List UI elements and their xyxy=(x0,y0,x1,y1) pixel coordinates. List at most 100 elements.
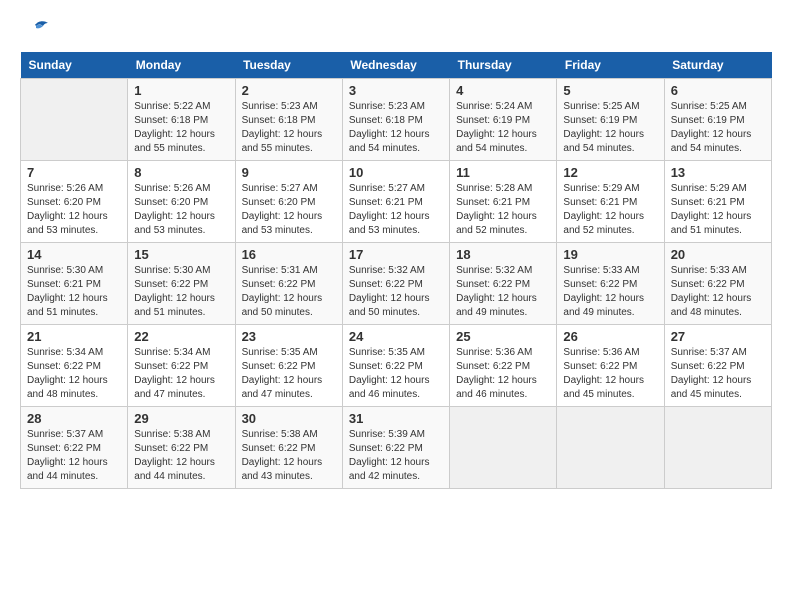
calendar-cell: 16Sunrise: 5:31 AM Sunset: 6:22 PM Dayli… xyxy=(235,243,342,325)
calendar-cell: 30 Sunrise: 5:38 AM Sunset: 6:22 PM Dayli… xyxy=(235,407,342,489)
day-number: 8 xyxy=(134,165,228,180)
day-info: Sunrise: 5:34 AM Sunset: 6:22 PM Dayligh… xyxy=(134,346,228,402)
page-header xyxy=(20,20,772,42)
calendar-cell: 26 Sunrise: 5:36 AM Sunset: 6:22 PM Dayli… xyxy=(557,325,664,407)
day-info: Sunrise: 5:29 AM Sunset: 6:21 PM Dayligh… xyxy=(671,182,765,238)
day-info: Sunrise: 5:38 AM Sunset: 6:22 PM Dayligh… xyxy=(134,428,228,484)
calendar-cell: 12 Sunrise: 5:29 AM Sunset: 6:21 PM Dayli… xyxy=(557,161,664,243)
calendar-day-header: Wednesday xyxy=(342,52,449,79)
day-info: Sunrise: 5:32 AM Sunset: 6:22 PM Dayligh… xyxy=(349,264,443,320)
calendar-cell: 22Sunrise: 5:34 AM Sunset: 6:22 PM Dayli… xyxy=(128,325,235,407)
day-number: 1 xyxy=(134,83,228,98)
day-info: Sunrise: 5:27 AM Sunset: 6:21 PM Dayligh… xyxy=(349,182,443,238)
calendar-cell xyxy=(450,407,557,489)
calendar-cell: 28Sunrise: 5:37 AM Sunset: 6:22 PM Dayli… xyxy=(21,407,128,489)
day-number: 30 xyxy=(242,411,336,426)
day-number: 6 xyxy=(671,83,765,98)
day-number: 23 xyxy=(242,329,336,344)
day-number: 31 xyxy=(349,411,443,426)
day-number: 3 xyxy=(349,83,443,98)
calendar-cell: 13 Sunrise: 5:29 AM Sunset: 6:21 PM Dayli… xyxy=(664,161,771,243)
day-number: 14 xyxy=(27,247,121,262)
day-number: 18 xyxy=(456,247,550,262)
calendar-cell: 21Sunrise: 5:34 AM Sunset: 6:22 PM Dayli… xyxy=(21,325,128,407)
day-info: Sunrise: 5:25 AM Sunset: 6:19 PM Dayligh… xyxy=(563,100,657,156)
day-number: 27 xyxy=(671,329,765,344)
calendar-week-row: 1 Sunrise: 5:22 AM Sunset: 6:18 PM Daylig… xyxy=(21,79,772,161)
calendar-cell: 15 Sunrise: 5:30 AM Sunset: 6:22 PM Dayli… xyxy=(128,243,235,325)
calendar-week-row: 7Sunrise: 5:26 AM Sunset: 6:20 PM Daylig… xyxy=(21,161,772,243)
day-number: 13 xyxy=(671,165,765,180)
day-info: Sunrise: 5:25 AM Sunset: 6:19 PM Dayligh… xyxy=(671,100,765,156)
day-number: 19 xyxy=(563,247,657,262)
day-info: Sunrise: 5:37 AM Sunset: 6:22 PM Dayligh… xyxy=(27,428,121,484)
day-number: 11 xyxy=(456,165,550,180)
day-info: Sunrise: 5:29 AM Sunset: 6:21 PM Dayligh… xyxy=(563,182,657,238)
calendar-cell: 24 Sunrise: 5:35 AM Sunset: 6:22 PM Dayli… xyxy=(342,325,449,407)
calendar-cell: 14 Sunrise: 5:30 AM Sunset: 6:21 PM Dayli… xyxy=(21,243,128,325)
calendar-cell: 7Sunrise: 5:26 AM Sunset: 6:20 PM Daylig… xyxy=(21,161,128,243)
day-info: Sunrise: 5:22 AM Sunset: 6:18 PM Dayligh… xyxy=(134,100,228,156)
day-info: Sunrise: 5:30 AM Sunset: 6:22 PM Dayligh… xyxy=(134,264,228,320)
calendar-cell xyxy=(557,407,664,489)
calendar-week-row: 28Sunrise: 5:37 AM Sunset: 6:22 PM Dayli… xyxy=(21,407,772,489)
day-number: 25 xyxy=(456,329,550,344)
calendar-cell: 27 Sunrise: 5:37 AM Sunset: 6:22 PM Dayli… xyxy=(664,325,771,407)
calendar-cell: 17 Sunrise: 5:32 AM Sunset: 6:22 PM Dayli… xyxy=(342,243,449,325)
calendar-cell: 19 Sunrise: 5:33 AM Sunset: 6:22 PM Dayli… xyxy=(557,243,664,325)
day-number: 17 xyxy=(349,247,443,262)
calendar-cell: 18 Sunrise: 5:32 AM Sunset: 6:22 PM Dayli… xyxy=(450,243,557,325)
day-info: Sunrise: 5:38 AM Sunset: 6:22 PM Dayligh… xyxy=(242,428,336,484)
day-number: 16 xyxy=(242,247,336,262)
calendar-cell: 10 Sunrise: 5:27 AM Sunset: 6:21 PM Dayli… xyxy=(342,161,449,243)
day-number: 5 xyxy=(563,83,657,98)
day-number: 15 xyxy=(134,247,228,262)
calendar-cell: 3 Sunrise: 5:23 AM Sunset: 6:18 PM Daylig… xyxy=(342,79,449,161)
day-info: Sunrise: 5:36 AM Sunset: 6:22 PM Dayligh… xyxy=(456,346,550,402)
day-info: Sunrise: 5:28 AM Sunset: 6:21 PM Dayligh… xyxy=(456,182,550,238)
calendar-cell: 20Sunrise: 5:33 AM Sunset: 6:22 PM Dayli… xyxy=(664,243,771,325)
day-number: 9 xyxy=(242,165,336,180)
day-number: 4 xyxy=(456,83,550,98)
day-info: Sunrise: 5:23 AM Sunset: 6:18 PM Dayligh… xyxy=(349,100,443,156)
calendar-cell: 2 Sunrise: 5:23 AM Sunset: 6:18 PM Daylig… xyxy=(235,79,342,161)
calendar-cell: 29Sunrise: 5:38 AM Sunset: 6:22 PM Dayli… xyxy=(128,407,235,489)
day-number: 12 xyxy=(563,165,657,180)
logo xyxy=(20,20,52,42)
day-info: Sunrise: 5:23 AM Sunset: 6:18 PM Dayligh… xyxy=(242,100,336,156)
day-info: Sunrise: 5:32 AM Sunset: 6:22 PM Dayligh… xyxy=(456,264,550,320)
calendar-cell: 8Sunrise: 5:26 AM Sunset: 6:20 PM Daylig… xyxy=(128,161,235,243)
day-number: 20 xyxy=(671,247,765,262)
calendar-day-header: Friday xyxy=(557,52,664,79)
calendar-cell: 9Sunrise: 5:27 AM Sunset: 6:20 PM Daylig… xyxy=(235,161,342,243)
calendar-cell: 4 Sunrise: 5:24 AM Sunset: 6:19 PM Daylig… xyxy=(450,79,557,161)
calendar-cell xyxy=(664,407,771,489)
day-info: Sunrise: 5:35 AM Sunset: 6:22 PM Dayligh… xyxy=(349,346,443,402)
day-info: Sunrise: 5:24 AM Sunset: 6:19 PM Dayligh… xyxy=(456,100,550,156)
calendar-cell: 31Sunrise: 5:39 AM Sunset: 6:22 PM Dayli… xyxy=(342,407,449,489)
day-info: Sunrise: 5:26 AM Sunset: 6:20 PM Dayligh… xyxy=(27,182,121,238)
day-number: 10 xyxy=(349,165,443,180)
logo-bird-icon xyxy=(22,20,50,42)
day-info: Sunrise: 5:37 AM Sunset: 6:22 PM Dayligh… xyxy=(671,346,765,402)
calendar-day-header: Monday xyxy=(128,52,235,79)
calendar-cell: 1 Sunrise: 5:22 AM Sunset: 6:18 PM Daylig… xyxy=(128,79,235,161)
calendar-day-header: Sunday xyxy=(21,52,128,79)
day-number: 26 xyxy=(563,329,657,344)
calendar-day-header: Tuesday xyxy=(235,52,342,79)
calendar-day-header: Thursday xyxy=(450,52,557,79)
calendar-cell xyxy=(21,79,128,161)
day-number: 21 xyxy=(27,329,121,344)
calendar-cell: 6 Sunrise: 5:25 AM Sunset: 6:19 PM Daylig… xyxy=(664,79,771,161)
day-info: Sunrise: 5:33 AM Sunset: 6:22 PM Dayligh… xyxy=(563,264,657,320)
calendar-cell: 23 Sunrise: 5:35 AM Sunset: 6:22 PM Dayli… xyxy=(235,325,342,407)
calendar-header-row: SundayMondayTuesdayWednesdayThursdayFrid… xyxy=(21,52,772,79)
day-number: 2 xyxy=(242,83,336,98)
day-info: Sunrise: 5:35 AM Sunset: 6:22 PM Dayligh… xyxy=(242,346,336,402)
calendar-cell: 25 Sunrise: 5:36 AM Sunset: 6:22 PM Dayli… xyxy=(450,325,557,407)
day-info: Sunrise: 5:30 AM Sunset: 6:21 PM Dayligh… xyxy=(27,264,121,320)
calendar-day-header: Saturday xyxy=(664,52,771,79)
calendar-week-row: 14 Sunrise: 5:30 AM Sunset: 6:21 PM Dayli… xyxy=(21,243,772,325)
day-number: 24 xyxy=(349,329,443,344)
day-info: Sunrise: 5:36 AM Sunset: 6:22 PM Dayligh… xyxy=(563,346,657,402)
